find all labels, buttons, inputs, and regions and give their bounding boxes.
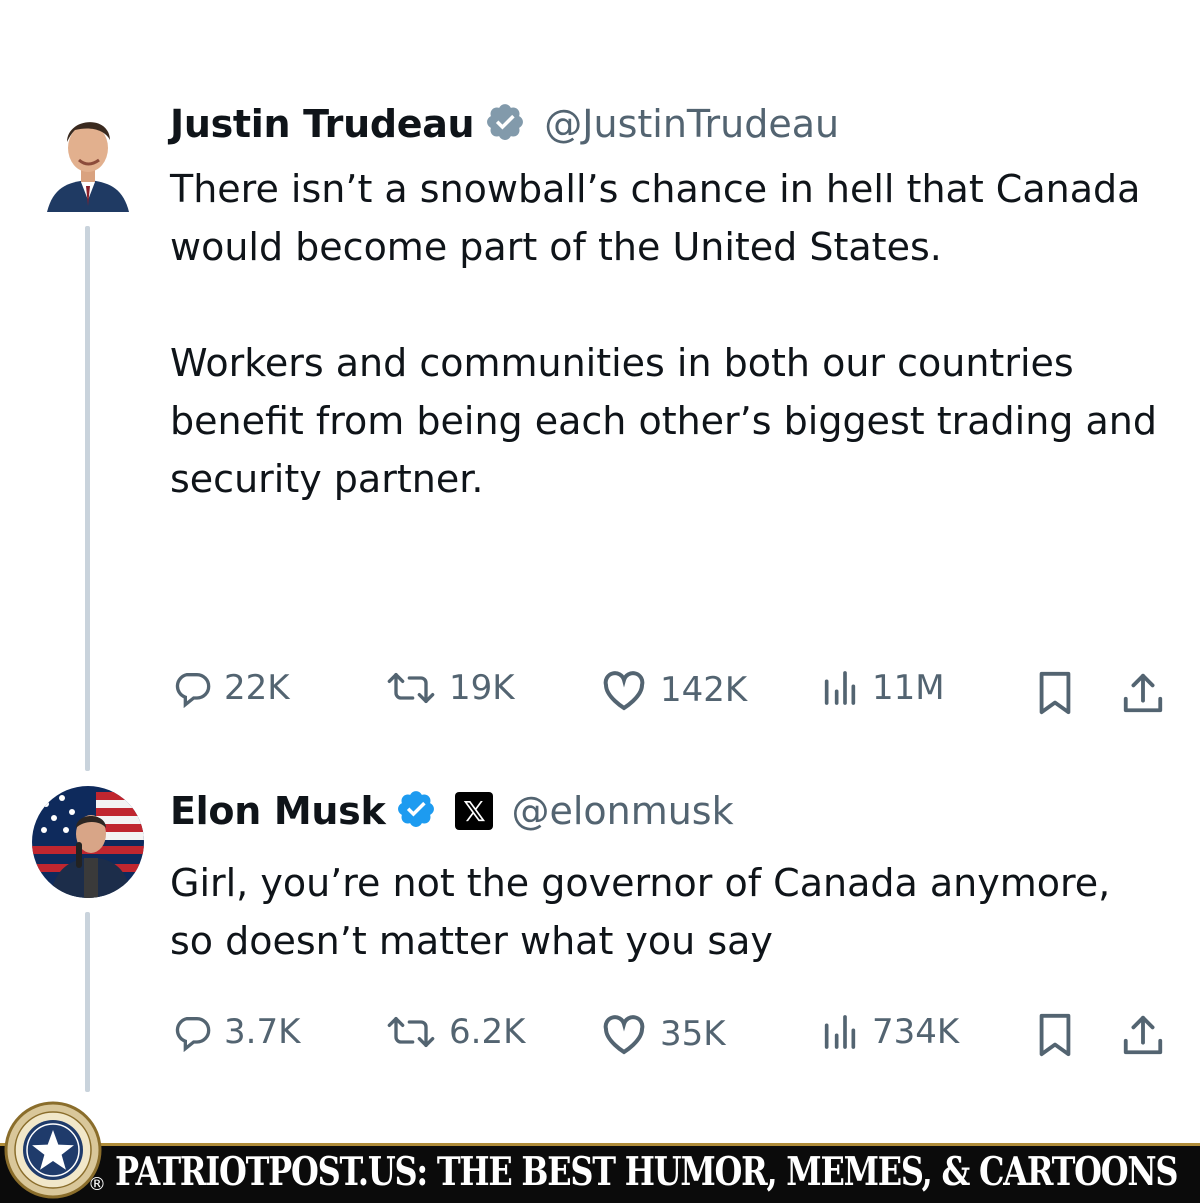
reply-icon [175, 673, 211, 708]
display-name[interactable]: Justin Trudeau [170, 102, 475, 146]
share-icon[interactable] [1120, 670, 1166, 720]
reply-button[interactable]: 22K [172, 668, 290, 708]
repost-count: 6.2K [449, 1012, 526, 1052]
tweet-paragraph: Girl, you’re not the governor of Canada … [170, 861, 1111, 963]
bookmark-icon[interactable] [1035, 1012, 1075, 1062]
thread-line [85, 226, 90, 771]
views-count: 734K [872, 1012, 960, 1052]
analytics-icon [824, 671, 856, 705]
views-button[interactable]: 11M [820, 668, 945, 708]
like-count: 35K [660, 1014, 726, 1054]
tweet-paragraph: Workers and communities in both our coun… [170, 341, 1157, 501]
heart-icon [603, 1015, 645, 1055]
like-button[interactable]: 35K [600, 1012, 726, 1056]
user-handle[interactable]: @JustinTrudeau [544, 102, 839, 146]
repost-button[interactable]: 19K [385, 668, 515, 708]
repost-count: 19K [449, 668, 515, 708]
reply-icon [175, 1017, 211, 1052]
star-seal-logo [3, 1100, 103, 1200]
repost-icon [387, 673, 435, 703]
heart-icon [603, 671, 645, 711]
user-handle[interactable]: @elonmusk [511, 789, 733, 833]
views-count: 11M [872, 668, 945, 708]
repost-icon [387, 1017, 435, 1047]
like-button[interactable]: 142K [600, 668, 747, 712]
share-icon[interactable] [1120, 1012, 1166, 1062]
reply-button[interactable]: 3.7K [172, 1012, 300, 1052]
like-count: 142K [660, 670, 748, 710]
banner-text: PATRIOTPOST.US: THE BEST HUMOR, MEMES, &… [115, 1149, 1179, 1195]
display-name[interactable]: Elon Musk [170, 789, 386, 833]
bookmark-icon[interactable] [1035, 670, 1075, 720]
repost-button[interactable]: 6.2K [385, 1012, 525, 1052]
verified-badge-icon[interactable] [395, 788, 437, 834]
reply-count: 22K [224, 668, 290, 708]
avatar-justin-trudeau[interactable] [45, 96, 131, 212]
tweet-header: Elon Musk 𝕏 @elonmusk [170, 788, 734, 834]
x-affiliate-icon[interactable]: 𝕏 [455, 792, 494, 830]
avatar-elon-musk[interactable] [32, 786, 144, 898]
tweet-body: Girl, you’re not the governor of Canada … [170, 854, 1150, 970]
reply-count: 3.7K [224, 1012, 301, 1052]
tweet-body: There isn’t a snowball’s chance in hell … [170, 160, 1180, 508]
thread-line [85, 912, 90, 1092]
views-button[interactable]: 734K [820, 1012, 959, 1052]
tweet-header: Justin Trudeau @JustinTrudeau [170, 101, 839, 147]
tweet-paragraph: There isn’t a snowball’s chance in hell … [170, 167, 1141, 269]
verified-badge-icon[interactable] [484, 101, 526, 147]
analytics-icon [824, 1015, 856, 1049]
